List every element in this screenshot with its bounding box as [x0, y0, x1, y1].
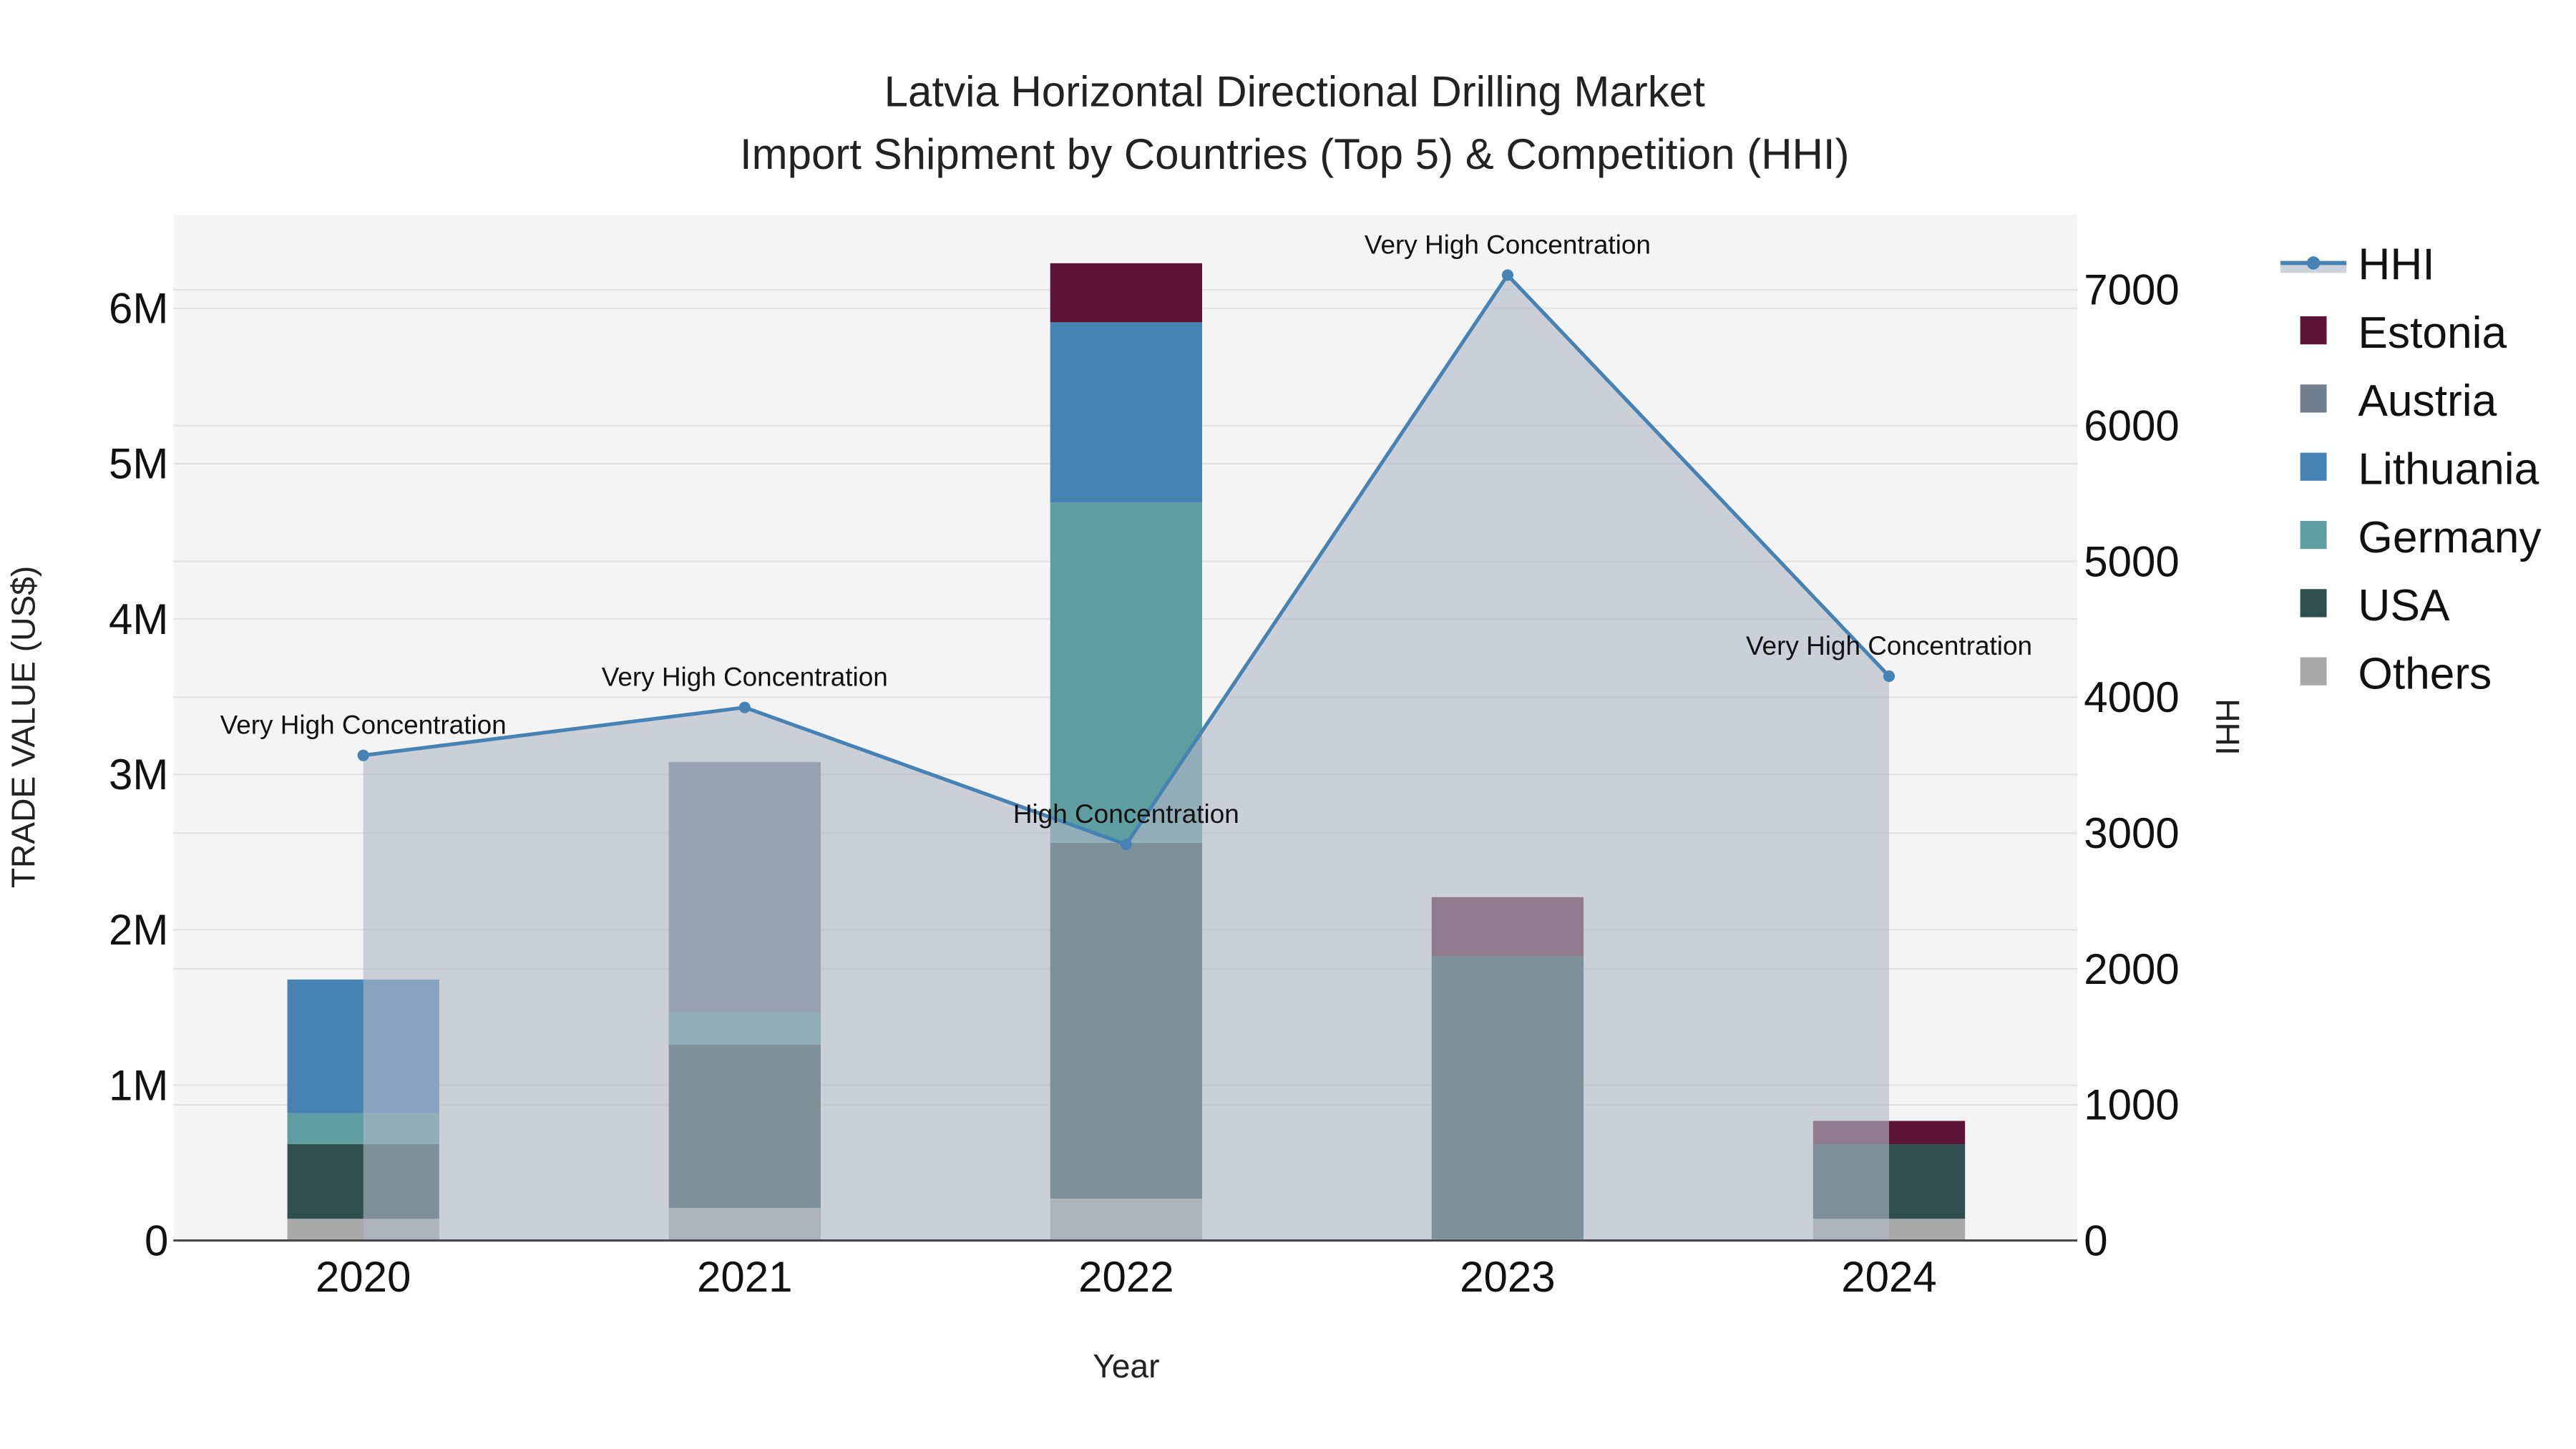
legend-swatch	[2300, 316, 2327, 345]
x-tick-label: 2022	[1078, 1253, 1174, 1301]
y2-tick-label: 3000	[2084, 809, 2179, 857]
legend-label: Lithuania	[2358, 444, 2539, 494]
legend-swatch	[2300, 589, 2327, 618]
legend-label: Austria	[2358, 376, 2497, 426]
hhi-point-2021	[738, 701, 751, 713]
hhi-point-2024	[1883, 670, 1896, 683]
y-axis-label: TRADE VALUE (US$)	[4, 566, 42, 888]
hhi-annotation: Very High Concentration	[1365, 230, 1651, 259]
y2-tick-label: 7000	[2084, 266, 2179, 314]
y2-tick-label: 1000	[2084, 1081, 2179, 1129]
y2-tick-label: 0	[2084, 1216, 2107, 1264]
y-tick-label: 1M	[109, 1061, 168, 1109]
hhi-annotation: High Concentration	[1013, 799, 1239, 829]
y2-tick-label: 5000	[2084, 537, 2179, 585]
chart-title-line2: Import Shipment by Countries (Top 5) & C…	[740, 130, 1850, 178]
legend-label: Estonia	[2358, 308, 2507, 358]
legend-item-austria[interactable]: Austria	[2300, 376, 2497, 426]
legend-label: HHI	[2358, 240, 2434, 290]
y2-tick-label: 6000	[2084, 402, 2179, 450]
y-tick-label: 4M	[109, 595, 168, 643]
chart: Latvia Horizontal Directional Drilling M…	[4, 67, 2542, 1385]
y-tick-label: 6M	[109, 285, 168, 333]
legend-item-usa[interactable]: USA	[2300, 581, 2450, 630]
bar-estonia-2022	[1050, 263, 1202, 323]
hhi-point-2023	[1501, 269, 1513, 281]
legend-item-germany[interactable]: Germany	[2300, 513, 2542, 562]
bar-lithuania-2022	[1050, 322, 1202, 503]
legend-label: USA	[2358, 581, 2450, 630]
hhi-point-2020	[357, 749, 369, 761]
legend-label: Others	[2358, 649, 2492, 698]
hhi-annotation: Very High Concentration	[1746, 631, 2032, 660]
legend-swatch	[2300, 452, 2327, 481]
legend-swatch	[2300, 657, 2327, 686]
legend-item-others[interactable]: Others	[2300, 649, 2492, 698]
hhi-annotation: Very High Concentration	[602, 663, 888, 692]
legend-item-hhi[interactable]: HHI	[2280, 240, 2435, 290]
y-tick-label: 5M	[109, 440, 168, 488]
legend-item-estonia[interactable]: Estonia	[2300, 308, 2507, 358]
x-axis-label: Year	[1093, 1347, 1159, 1385]
x-tick-label: 2023	[1460, 1253, 1555, 1301]
legend-label: Germany	[2358, 513, 2542, 562]
y-tick-label: 3M	[109, 751, 168, 799]
y-tick-label: 2M	[109, 906, 168, 954]
y2-axis-label: HHI	[2209, 698, 2246, 755]
y2-tick-label: 4000	[2084, 673, 2179, 721]
legend-hhi-marker	[2306, 256, 2321, 270]
x-tick-label: 2024	[1841, 1253, 1936, 1301]
chart-title-line1: Latvia Horizontal Directional Drilling M…	[884, 67, 1705, 115]
legend: HHI Estonia Austria Lithuania Germany USA Othe…	[2280, 240, 2542, 698]
x-tick-label: 2020	[316, 1253, 411, 1301]
x-tick-label: 2021	[697, 1253, 792, 1301]
y2-tick-label: 2000	[2084, 945, 2179, 993]
legend-swatch	[2300, 384, 2327, 413]
legend-swatch	[2300, 520, 2327, 550]
y-tick-label: 0	[145, 1216, 168, 1264]
hhi-annotation: Very High Concentration	[220, 711, 507, 740]
hhi-point-2022	[1120, 839, 1132, 851]
legend-item-lithuania[interactable]: Lithuania	[2300, 444, 2540, 494]
